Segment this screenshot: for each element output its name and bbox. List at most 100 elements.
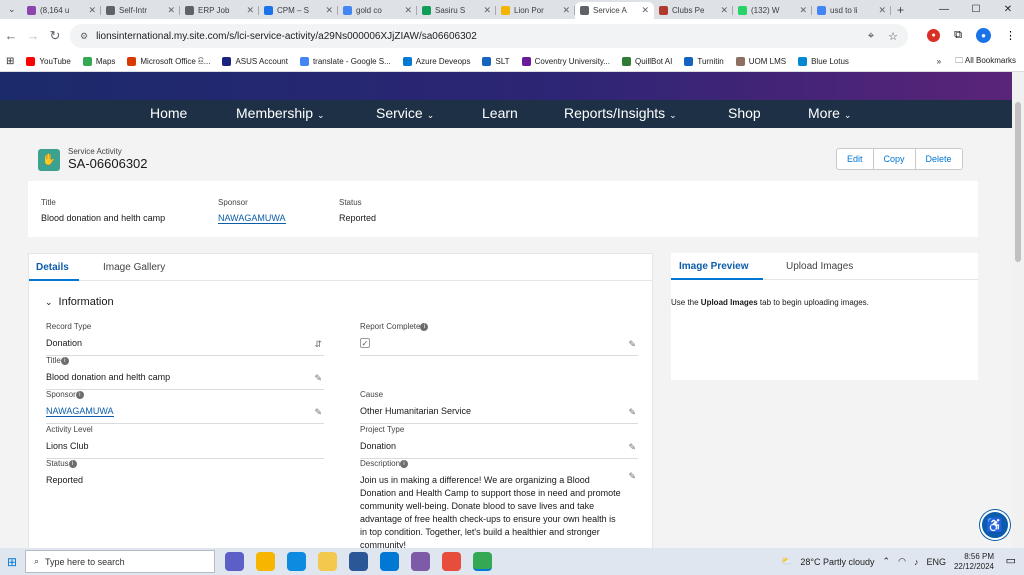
browser-tab[interactable]: Service A ✕ [575, 2, 654, 19]
file-explorer-icon[interactable] [318, 552, 337, 571]
edge-icon[interactable] [287, 552, 306, 571]
copilot-icon[interactable] [256, 552, 275, 571]
outlook-icon[interactable] [380, 552, 399, 571]
bookmark-item[interactable]: YouTube [26, 57, 71, 67]
reload-icon[interactable]: ↻ [44, 28, 66, 44]
close-tab-icon[interactable]: ✕ [325, 5, 333, 16]
windows-start-icon[interactable]: ⊞ [0, 555, 24, 569]
tray-chevron-icon[interactable]: ⌃ [883, 556, 891, 567]
tab-upload-images[interactable]: Upload Images [786, 261, 853, 272]
close-tab-icon[interactable]: ✕ [878, 5, 886, 16]
browser-tab[interactable]: (8,164 u ✕ [22, 2, 101, 19]
edit-pencil-icon[interactable]: ✎ [628, 442, 636, 453]
edit-pencil-icon[interactable]: ✎ [314, 373, 322, 384]
close-tab-icon[interactable]: ✕ [720, 5, 728, 16]
browser-tab[interactable]: CPM – S ✕ [259, 2, 338, 19]
highlight-sponsor-link[interactable]: NAWAGAMUWA [218, 213, 286, 224]
browser-tab[interactable]: (132) W ✕ [733, 2, 812, 19]
close-window-icon[interactable]: ✕ [992, 0, 1024, 19]
apps-grid-icon[interactable]: ⊞ [6, 56, 14, 67]
nav-shop[interactable]: Shop [728, 105, 761, 121]
info-icon[interactable]: i [60, 356, 69, 365]
report-complete-checkbox[interactable]: ✓ [360, 338, 370, 348]
bookmark-item[interactable]: QuillBot AI [622, 57, 672, 67]
bookmark-item[interactable]: SLT [482, 57, 510, 67]
edit-pencil-icon[interactable]: ✎ [628, 407, 636, 418]
profile-avatar[interactable]: ● [976, 28, 991, 43]
bookmark-item[interactable]: Blue Lotus [798, 57, 849, 67]
edit-pencil-icon[interactable]: ✎ [628, 471, 636, 482]
browser-tab[interactable]: ERP Job ✕ [180, 2, 259, 19]
bookmark-item[interactable]: Turnitin [684, 57, 724, 67]
extensions-puzzle-icon[interactable]: ⧉ [954, 29, 962, 42]
browser-tab[interactable]: Lion Por ✕ [496, 2, 575, 19]
info-icon[interactable]: i [420, 322, 429, 331]
edit-button[interactable]: Edit [837, 149, 874, 169]
back-icon[interactable]: ← [0, 28, 22, 43]
copy-button[interactable]: Copy [874, 149, 916, 169]
bookmark-item[interactable]: UOM LMS [735, 57, 786, 67]
app-icon[interactable] [411, 552, 430, 571]
chrome-icon[interactable] [473, 552, 492, 571]
info-icon[interactable]: i [68, 459, 77, 468]
nav-learn[interactable]: Learn [482, 105, 518, 121]
new-tab-button[interactable]: + [891, 2, 910, 19]
close-tab-icon[interactable]: ✕ [562, 5, 570, 16]
browser-tab[interactable]: Clubs Pe ✕ [654, 2, 733, 19]
browser-tab[interactable]: gold co ✕ [338, 2, 417, 19]
extension-icon[interactable]: ● [927, 29, 941, 42]
sponsor-link[interactable]: NAWAGAMUWA [46, 406, 114, 417]
nav-service[interactable]: Service ⌄ [376, 105, 434, 121]
weather-text[interactable]: 28°C Partly cloudy [800, 557, 874, 567]
snipping-tool-icon[interactable] [442, 552, 461, 571]
close-tab-icon[interactable]: ✕ [246, 5, 254, 16]
minimize-icon[interactable]: — [928, 0, 960, 19]
bookmark-item[interactable]: translate - Google S... [299, 57, 391, 67]
bookmark-item[interactable]: Coventry University... [521, 57, 610, 67]
bookmark-item[interactable]: Microsoft Office සි... [127, 57, 210, 67]
address-bar[interactable]: ⚙ lionsinternational.my.site.com/s/lci-s… [70, 24, 908, 48]
tab-image-preview[interactable]: Image Preview [679, 261, 748, 272]
bookmark-item[interactable]: ASUS Account [222, 57, 288, 67]
forward-icon[interactable]: → [22, 28, 44, 43]
edit-pencil-icon[interactable]: ✎ [314, 407, 322, 418]
clock[interactable]: 8:56 PM 22/12/2024 [954, 552, 994, 572]
nav-home[interactable]: Home [150, 105, 187, 121]
weather-icon[interactable]: ⛅ [781, 556, 792, 567]
close-tab-icon[interactable]: ✕ [404, 5, 412, 16]
site-info-icon[interactable]: ⚙ [80, 31, 88, 42]
page-scrollbar[interactable] [1012, 72, 1024, 548]
maximize-icon[interactable]: ☐ [960, 0, 992, 19]
location-icon[interactable]: ⌖ [868, 30, 874, 43]
browser-tab[interactable]: Self-Intr ✕ [101, 2, 180, 19]
accessibility-icon[interactable]: ♿ [980, 510, 1010, 540]
nav-membership[interactable]: Membership ⌄ [236, 105, 325, 121]
close-tab-icon[interactable]: ✕ [641, 5, 649, 16]
all-bookmarks-link[interactable]: 🗀 All Bookmarks [955, 55, 1016, 69]
edit-pencil-icon[interactable]: ✎ [628, 339, 636, 350]
tab-search-icon[interactable]: ⌄ [8, 4, 16, 15]
more-bookmarks-icon[interactable]: » [937, 57, 941, 66]
info-icon[interactable]: i [75, 390, 84, 399]
section-information[interactable]: ⌄ Information [45, 296, 114, 308]
browser-menu-icon[interactable]: ⋮ [1005, 29, 1016, 42]
wifi-icon[interactable]: ◠ [898, 556, 906, 567]
task-view-icon[interactable] [225, 552, 244, 571]
change-record-type-icon[interactable]: ⇵ [314, 339, 322, 350]
browser-tab[interactable]: usd to li ✕ [812, 2, 891, 19]
close-tab-icon[interactable]: ✕ [167, 5, 175, 16]
bookmark-item[interactable]: Azure Deveops [402, 57, 470, 67]
taskbar-search-input[interactable]: ⌕ Type here to search [25, 550, 215, 573]
tab-image-gallery[interactable]: Image Gallery [103, 262, 165, 273]
language-indicator[interactable]: ENG [926, 557, 946, 567]
info-icon[interactable]: i [400, 459, 409, 468]
close-tab-icon[interactable]: ✕ [483, 5, 491, 16]
close-tab-icon[interactable]: ✕ [799, 5, 807, 16]
nav-reports-insights[interactable]: Reports/Insights ⌄ [564, 105, 677, 121]
delete-button[interactable]: Delete [916, 149, 962, 169]
notification-icon[interactable]: ▭ [1006, 554, 1016, 567]
volume-icon[interactable]: ♪ [914, 557, 919, 567]
close-tab-icon[interactable]: ✕ [88, 5, 96, 16]
nav-more[interactable]: More ⌄ [808, 105, 851, 121]
bookmark-item[interactable]: Maps [82, 57, 115, 67]
